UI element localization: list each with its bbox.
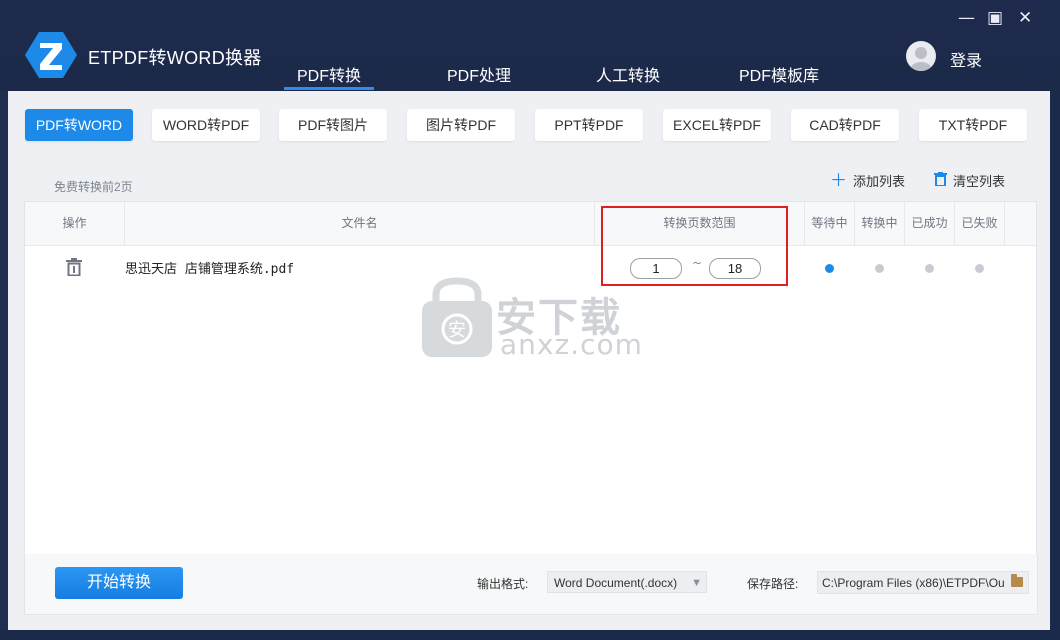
- subtab-word-to-pdf[interactable]: WORD转PDF: [152, 109, 260, 141]
- tab-pdf-convert[interactable]: PDF转换: [283, 62, 375, 90]
- tab-pdf-process[interactable]: PDF处理: [447, 62, 511, 86]
- subtab-ppt-to-pdf[interactable]: PPT转PDF: [535, 109, 643, 141]
- tab-pdf-templates[interactable]: PDF模板库: [739, 62, 819, 86]
- tab-manual-convert[interactable]: 人工转换: [596, 62, 660, 86]
- subtab-pdf-to-word[interactable]: PDF转WORD: [25, 109, 133, 141]
- header-bar: ETPDF转WORD换器 PDF转换 PDF处理 人工转换 PDF模板库 — ▣…: [0, 0, 1060, 91]
- subtab-txt-to-pdf[interactable]: TXT转PDF: [919, 109, 1027, 141]
- page-from-input[interactable]: 1: [630, 258, 682, 279]
- delete-row-icon[interactable]: [66, 258, 82, 276]
- col-converting: 转换中: [855, 202, 905, 245]
- minimize-button[interactable]: —: [958, 8, 975, 28]
- app-title: ETPDF转WORD换器: [88, 48, 262, 68]
- subtab-cad-to-pdf[interactable]: CAD转PDF: [791, 109, 899, 141]
- col-action: 操作: [25, 202, 125, 245]
- save-path-label: 保存路径:: [747, 577, 799, 591]
- output-format-select[interactable]: Word Document(.docx) ▼: [547, 571, 707, 593]
- start-convert-button[interactable]: 开始转换: [55, 567, 183, 599]
- plus-icon: ＋: [830, 171, 847, 190]
- window-edge-right: [1051, 91, 1060, 640]
- subtab-image-to-pdf[interactable]: 图片转PDF: [407, 109, 515, 141]
- watermark-shield-icon: 安: [422, 277, 492, 357]
- window-edge-bottom: [0, 630, 1060, 640]
- close-button[interactable]: ✕: [1018, 8, 1032, 28]
- subtab-excel-to-pdf[interactable]: EXCEL转PDF: [663, 109, 771, 141]
- save-path-input[interactable]: C:\Program Files (x86)\ETPDF\Ou: [817, 571, 1029, 594]
- clear-list-button[interactable]: 清空列表: [934, 171, 1005, 190]
- status-failed-dot: [975, 264, 984, 273]
- col-filename: 文件名: [125, 202, 595, 245]
- login-link[interactable]: 登录: [950, 47, 982, 71]
- page-to-input[interactable]: 18: [709, 258, 761, 279]
- save-path-value: C:\Program Files (x86)\ETPDF\Ou: [822, 576, 1005, 590]
- user-avatar-icon[interactable]: [906, 41, 936, 71]
- status-converting-dot: [875, 264, 884, 273]
- col-waiting: 等待中: [805, 202, 855, 245]
- table-header: 操作 文件名 转换页数范围 等待中 转换中 已成功 已失败: [25, 202, 1036, 246]
- add-list-button[interactable]: ＋ 添加列表: [830, 171, 905, 190]
- subtab-pdf-to-image[interactable]: PDF转图片: [279, 109, 387, 141]
- col-page-range: 转换页数范围: [595, 202, 805, 245]
- file-name: 思迅天店 店铺管理系统.pdf: [125, 262, 295, 277]
- app-logo-icon: [25, 32, 77, 78]
- add-list-label: 添加列表: [853, 174, 906, 189]
- app-window: ETPDF转WORD换器 PDF转换 PDF处理 人工转换 PDF模板库 — ▣…: [0, 0, 1060, 640]
- status-success-dot: [925, 264, 934, 273]
- dropdown-arrow-icon: ▼: [691, 577, 702, 589]
- output-format-label: 输出格式:: [477, 577, 529, 591]
- col-failed: 已失败: [955, 202, 1005, 245]
- status-waiting-dot: [825, 264, 834, 273]
- maximize-button[interactable]: ▣: [987, 8, 1003, 28]
- folder-icon[interactable]: [1011, 574, 1023, 587]
- col-success: 已成功: [905, 202, 955, 245]
- footer-bar: 开始转换 输出格式: Word Document(.docx) ▼ 保存路径: …: [24, 554, 1038, 615]
- free-pages-hint: 免费转换前2页: [54, 180, 133, 194]
- clear-list-label: 清空列表: [953, 174, 1006, 189]
- watermark-subtext: anxz.com: [500, 328, 643, 361]
- table-row[interactable]: 思迅天店 店铺管理系统.pdf 1 ~ 18: [25, 246, 1036, 288]
- trash-icon: [934, 172, 947, 189]
- range-separator: ~: [692, 256, 703, 270]
- svg-text:安: 安: [448, 320, 466, 341]
- file-table: 操作 文件名 转换页数范围 等待中 转换中 已成功 已失败 思迅天店 店铺管理系…: [24, 201, 1037, 556]
- output-format-value: Word Document(.docx): [554, 576, 678, 590]
